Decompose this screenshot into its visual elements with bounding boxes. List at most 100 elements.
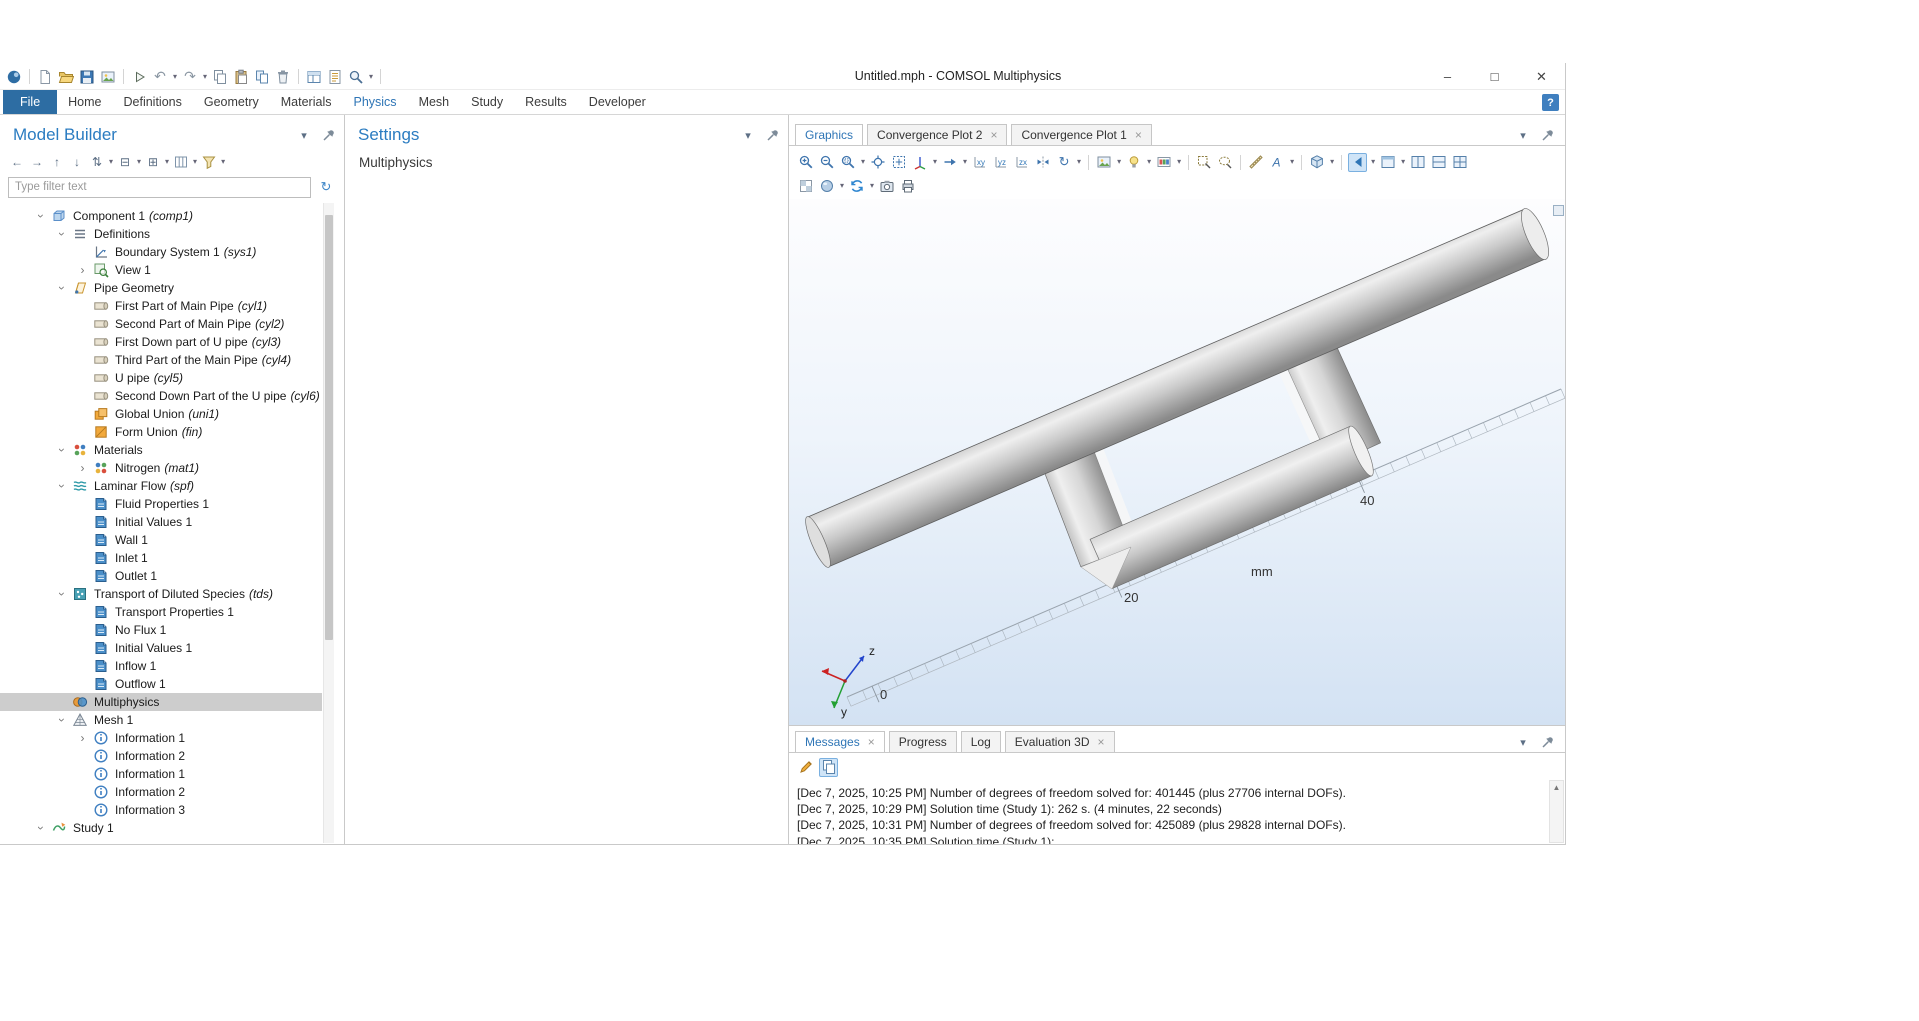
- tree-item-first-part-of-main-pipe[interactable]: First Part of Main Pipe(cyl1): [0, 297, 322, 315]
- go-back-view-button[interactable]: [1348, 153, 1367, 172]
- redo-icon[interactable]: ↷: [181, 68, 199, 86]
- window-tile-icon[interactable]: [1409, 153, 1427, 171]
- dropdown-caret-icon[interactable]: ▾: [1371, 157, 1375, 167]
- panel-menu-icon[interactable]: ▾: [1514, 126, 1532, 144]
- dropdown-caret-icon[interactable]: ▾: [1177, 157, 1181, 167]
- graphics-tab-convergence-plot-2[interactable]: Convergence Plot 2×: [867, 124, 1007, 146]
- messages-tab-progress[interactable]: Progress: [889, 731, 957, 753]
- pin-icon[interactable]: [1539, 733, 1557, 751]
- help-button[interactable]: ?: [1542, 94, 1559, 111]
- pin-icon[interactable]: [764, 126, 782, 144]
- dropdown-caret-icon[interactable]: ▾: [221, 157, 225, 167]
- tree-item-component-1[interactable]: ›Component 1(comp1): [0, 207, 322, 225]
- select-lasso-icon[interactable]: [1216, 153, 1234, 171]
- tree-scrollbar[interactable]: [323, 203, 334, 843]
- annotation-icon[interactable]: A: [1268, 153, 1286, 171]
- ribbon-tab-developer[interactable]: Developer: [578, 90, 657, 114]
- tree-item-multiphysics[interactable]: Multiphysics: [0, 693, 322, 711]
- dropdown-caret-icon[interactable]: ▾: [933, 157, 937, 167]
- tree-item-outflow-1[interactable]: Outflow 1: [0, 675, 322, 693]
- window-grid-icon[interactable]: [1451, 153, 1469, 171]
- ribbon-tab-results[interactable]: Results: [514, 90, 578, 114]
- scene-light-icon[interactable]: [1125, 153, 1143, 171]
- graphics-tab-graphics[interactable]: Graphics: [795, 124, 863, 146]
- view-axis-icon[interactable]: [911, 153, 929, 171]
- columns-icon[interactable]: [172, 153, 190, 171]
- back-icon[interactable]: ←: [8, 153, 26, 171]
- tree-filter-input[interactable]: [8, 177, 311, 198]
- dropdown-caret-icon[interactable]: ▾: [1147, 157, 1151, 167]
- dropdown-caret-icon[interactable]: ▾: [203, 72, 207, 82]
- chevron-expanded-icon[interactable]: ›: [51, 585, 72, 603]
- refresh-filter-icon[interactable]: ↻: [317, 178, 335, 196]
- graphics-viewport[interactable]: 02040mmzy: [789, 199, 1565, 725]
- dropdown-caret-icon[interactable]: ▾: [137, 157, 141, 167]
- chevron-collapsed-icon[interactable]: ›: [72, 729, 93, 747]
- tree-item-third-part-of-the-main-pipe[interactable]: Third Part of the Main Pipe(cyl4): [0, 351, 322, 369]
- select-box-icon[interactable]: [1195, 153, 1213, 171]
- tree-item-wall-1[interactable]: Wall 1: [0, 531, 322, 549]
- copy-log-button[interactable]: [819, 758, 838, 777]
- chevron-collapsed-icon[interactable]: ›: [72, 459, 93, 477]
- dropdown-caret-icon[interactable]: ▾: [173, 72, 177, 82]
- chevron-collapsed-icon[interactable]: ›: [72, 261, 93, 279]
- tree-item-transport-properties-1[interactable]: Transport Properties 1: [0, 603, 322, 621]
- tree-item-inflow-1[interactable]: Inflow 1: [0, 657, 322, 675]
- dropdown-caret-icon[interactable]: ▾: [861, 157, 865, 167]
- panel-menu-icon[interactable]: ▾: [1514, 733, 1532, 751]
- tree-item-first-down-part-of-u-pipe[interactable]: First Down part of U pipe(cyl3): [0, 333, 322, 351]
- dropdown-caret-icon[interactable]: ▾: [369, 72, 373, 82]
- dropdown-caret-icon[interactable]: ▾: [109, 157, 113, 167]
- image-export-icon[interactable]: [1095, 153, 1113, 171]
- tree-item-definitions[interactable]: ›Definitions: [0, 225, 322, 243]
- copy-log-icon[interactable]: [820, 758, 838, 776]
- tree-item-form-union[interactable]: Form Union(fin): [0, 423, 322, 441]
- go-back-view-icon[interactable]: [1349, 153, 1367, 171]
- tree-item-information-1[interactable]: Information 1: [0, 765, 322, 783]
- messages-scrollbar[interactable]: ▲: [1549, 780, 1564, 843]
- panel-menu-icon[interactable]: ▾: [739, 126, 757, 144]
- tree-item-materials[interactable]: ›Materials: [0, 441, 322, 459]
- copy-icon[interactable]: [211, 68, 229, 86]
- move-down-icon[interactable]: ↓: [68, 153, 86, 171]
- minimize-button[interactable]: –: [1424, 63, 1471, 90]
- tree-item-global-union[interactable]: Global Union(uni1): [0, 405, 322, 423]
- move-up-icon[interactable]: ↑: [48, 153, 66, 171]
- save-icon[interactable]: [78, 68, 96, 86]
- close-tab-icon[interactable]: ×: [868, 737, 875, 747]
- messages-tab-messages[interactable]: Messages×: [795, 731, 885, 753]
- tree-item-fluid-properties-1[interactable]: Fluid Properties 1: [0, 495, 322, 513]
- view-cube-icon[interactable]: [1308, 153, 1326, 171]
- zoom-out-icon[interactable]: [818, 153, 836, 171]
- tree-item-boundary-system-1[interactable]: Boundary System 1(sys1): [0, 243, 322, 261]
- tree-item-u-pipe[interactable]: U pipe(cyl5): [0, 369, 322, 387]
- tree-item-information-3[interactable]: Information 3: [0, 801, 322, 819]
- tree-item-laminar-flow[interactable]: ›Laminar Flow(spf): [0, 477, 322, 495]
- tree-item-initial-values-1[interactable]: Initial Values 1: [0, 513, 322, 531]
- proj-xy-icon[interactable]: xy: [971, 153, 989, 171]
- tree-item-second-part-of-main-pipe[interactable]: Second Part of Main Pipe(cyl2): [0, 315, 322, 333]
- dropdown-caret-icon[interactable]: ▾: [1077, 157, 1081, 167]
- dropdown-caret-icon[interactable]: ▾: [165, 157, 169, 167]
- tree-item-information-2[interactable]: Information 2: [0, 747, 322, 765]
- dropdown-caret-icon[interactable]: ▾: [870, 181, 874, 191]
- pin-icon[interactable]: [320, 126, 338, 144]
- chevron-expanded-icon[interactable]: ›: [51, 225, 72, 243]
- chevron-expanded-icon[interactable]: ›: [51, 441, 72, 459]
- report-icon[interactable]: [326, 68, 344, 86]
- clear-log-icon[interactable]: [797, 758, 815, 776]
- window-split-icon[interactable]: [1430, 153, 1448, 171]
- dropdown-caret-icon[interactable]: ▾: [963, 157, 967, 167]
- file-menu-button[interactable]: File: [3, 90, 57, 114]
- chevron-expanded-icon[interactable]: ›: [30, 207, 51, 225]
- proj-zx-icon[interactable]: zx: [1013, 153, 1031, 171]
- filter-icon[interactable]: [200, 153, 218, 171]
- ribbon-tab-materials[interactable]: Materials: [270, 90, 343, 114]
- messages-tab-evaluation-3d[interactable]: Evaluation 3D×: [1005, 731, 1115, 753]
- tree-item-nitrogen[interactable]: ›Nitrogen(mat1): [0, 459, 322, 477]
- chevron-expanded-icon[interactable]: ›: [51, 477, 72, 495]
- pin-icon[interactable]: [1539, 126, 1557, 144]
- tree-item-second-down-part-of-the-u-pipe[interactable]: Second Down Part of the U pipe(cyl6): [0, 387, 322, 405]
- tree-item-information-2[interactable]: Information 2: [0, 783, 322, 801]
- tree-item-inlet-1[interactable]: Inlet 1: [0, 549, 322, 567]
